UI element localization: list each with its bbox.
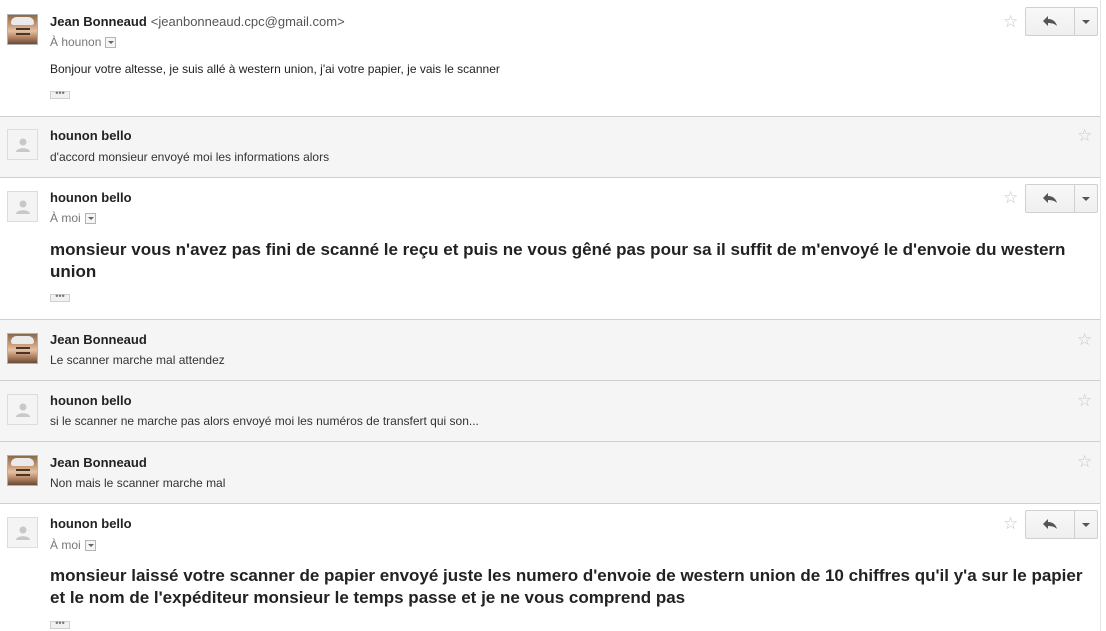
recipient-text: À moi	[50, 211, 81, 225]
show-details-dropdown[interactable]	[105, 37, 117, 49]
show-trimmed-content-button[interactable]: •••	[50, 619, 70, 629]
star-icon[interactable]: ☆	[1077, 331, 1092, 348]
reply-icon	[1043, 519, 1057, 529]
show-details-dropdown[interactable]	[84, 540, 96, 552]
star-icon[interactable]: ☆	[1003, 13, 1018, 30]
reply-button[interactable]	[1026, 185, 1075, 212]
email-thread: Jean Bonneaud <jeanbonneaud.cpc@gmail.com…	[0, 0, 1101, 631]
star-icon[interactable]: ☆	[1077, 392, 1092, 409]
message-body: monsieur laissé votre scanner de papier …	[50, 566, 1083, 607]
star-icon[interactable]: ☆	[1077, 453, 1092, 470]
recipient-text: À moi	[50, 538, 81, 552]
person-icon	[16, 403, 30, 417]
message-7: hounon bello À moi monsieur laissé votre…	[0, 503, 1100, 631]
message-body: monsieur vous n'avez pas fini de scanné …	[50, 240, 1066, 281]
message-2[interactable]: hounon bello d'accord monsieur envoyé mo…	[0, 116, 1100, 178]
message-5[interactable]: hounon bello si le scanner ne marche pas…	[0, 380, 1100, 442]
reply-button[interactable]	[1026, 8, 1075, 35]
more-options-button[interactable]	[1074, 185, 1097, 212]
default-avatar[interactable]	[7, 129, 38, 160]
person-icon	[16, 526, 30, 540]
reply-button-group	[1025, 7, 1098, 36]
message-snippet: si le scanner ne marche pas alors envoyé…	[50, 414, 479, 428]
show-trimmed-content-button[interactable]: •••	[50, 89, 70, 99]
sender-email: <jeanbonneaud.cpc@gmail.com>	[150, 14, 345, 29]
default-avatar[interactable]	[7, 394, 38, 425]
star-icon[interactable]: ☆	[1003, 515, 1018, 532]
recipient-text: À hounon	[50, 35, 102, 49]
message-4[interactable]: Jean Bonneaud Le scanner marche mal atte…	[0, 319, 1100, 381]
reply-icon	[1043, 16, 1057, 26]
sender-name[interactable]: hounon bello	[50, 393, 132, 408]
more-options-button[interactable]	[1074, 8, 1097, 35]
message-6[interactable]: Jean Bonneaud Non mais le scanner marche…	[0, 441, 1100, 504]
reply-button-group	[1025, 184, 1098, 213]
recipient-line: À moi	[50, 538, 96, 552]
star-icon[interactable]: ☆	[1077, 127, 1092, 144]
reply-icon	[1043, 193, 1057, 203]
recipient-line: À hounon	[50, 35, 117, 49]
message-1: Jean Bonneaud <jeanbonneaud.cpc@gmail.com…	[0, 0, 1100, 116]
person-icon	[16, 138, 30, 152]
sender-avatar[interactable]	[7, 333, 38, 364]
show-details-dropdown[interactable]	[84, 213, 96, 225]
person-icon	[16, 200, 30, 214]
reply-button[interactable]	[1026, 511, 1075, 538]
star-icon[interactable]: ☆	[1003, 189, 1018, 206]
reply-button-group	[1025, 510, 1098, 539]
sender-name[interactable]: hounon bello	[50, 516, 132, 531]
message-snippet: Non mais le scanner marche mal	[50, 476, 226, 490]
default-avatar[interactable]	[7, 517, 38, 548]
message-snippet: Le scanner marche mal attendez	[50, 353, 225, 367]
sender-avatar[interactable]	[7, 455, 38, 486]
sender-name[interactable]: hounon bello	[50, 128, 132, 143]
more-options-button[interactable]	[1074, 511, 1097, 538]
sender-avatar[interactable]	[7, 14, 38, 45]
sender-name[interactable]: Jean Bonneaud	[50, 455, 147, 470]
default-avatar[interactable]	[7, 191, 38, 222]
message-snippet: d'accord monsieur envoyé moi les informa…	[50, 150, 330, 164]
message-body: Bonjour votre altesse, je suis allé à we…	[50, 62, 500, 76]
recipient-line: À moi	[50, 211, 96, 225]
message-3: hounon bello À moi monsieur vous n'avez …	[0, 177, 1100, 319]
sender-name[interactable]: Jean Bonneaud <jeanbonneaud.cpc@gmail.com…	[50, 14, 345, 29]
sender-name[interactable]: Jean Bonneaud	[50, 332, 147, 347]
sender-name-text: Jean Bonneaud	[50, 14, 147, 29]
show-trimmed-content-button[interactable]: •••	[50, 292, 70, 302]
sender-name[interactable]: hounon bello	[50, 190, 132, 205]
